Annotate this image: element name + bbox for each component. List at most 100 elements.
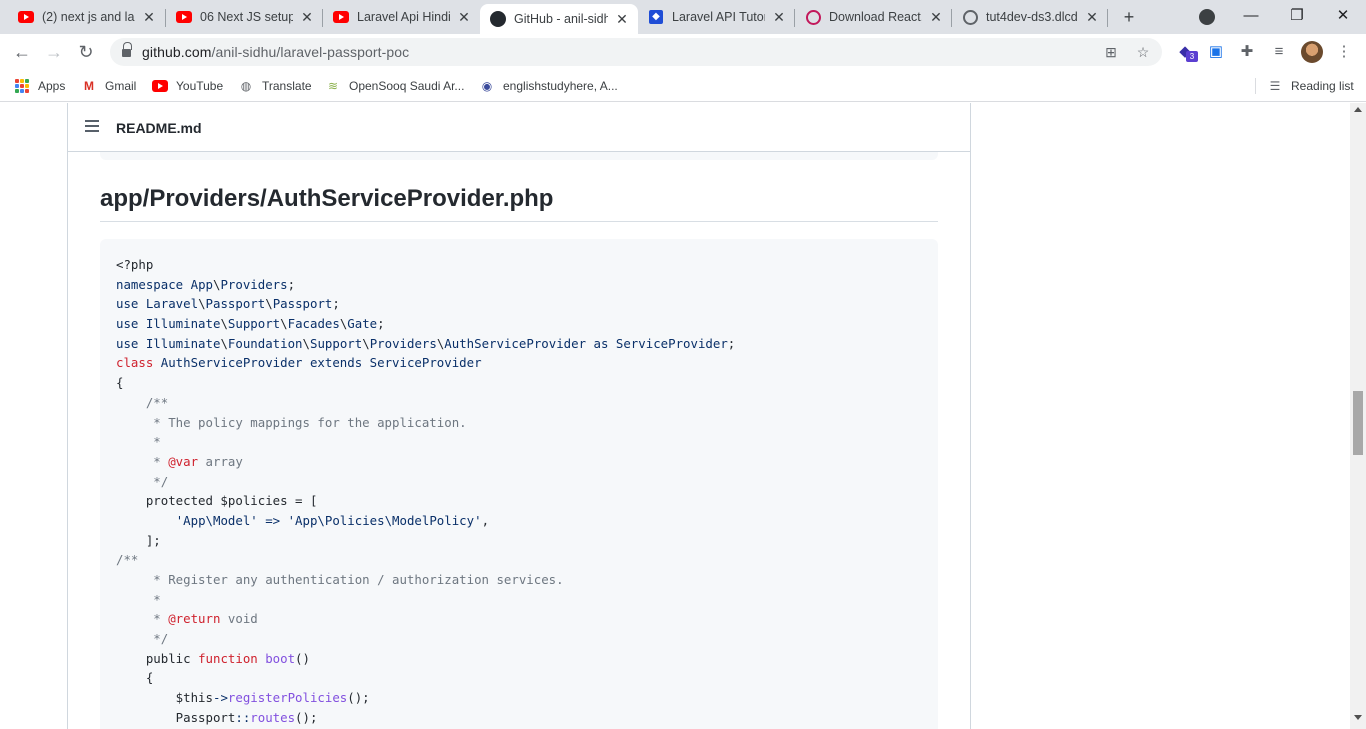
close-tab-icon[interactable]: ✕: [1084, 9, 1100, 25]
bookmarks-bar: Apps M Gmail YouTube ◍ Translate ≋ OpenS…: [0, 70, 1366, 102]
code-token: Passport: [272, 296, 333, 312]
back-button[interactable]: ←: [10, 40, 34, 64]
code-token: protected $policies = [: [116, 493, 318, 509]
code-token: ->: [212, 690, 228, 706]
code-token: \: [220, 316, 228, 332]
forward-button[interactable]: →: [42, 40, 66, 64]
bookmark-englishstudyhere[interactable]: ◉ englishstudyhere, A...: [479, 77, 618, 95]
close-window-button[interactable]: ✕: [1328, 4, 1358, 28]
address-bar[interactable]: github.com/anil-sidhu/laravel-passport-p…: [110, 38, 1162, 66]
code-token: *: [116, 434, 161, 450]
readme-container: README.md app/Providers/AuthServiceProvi…: [67, 103, 971, 729]
apps-icon: [14, 78, 30, 94]
tab-title: Laravel API Tutor: [672, 10, 765, 24]
bookmark-apps[interactable]: Apps: [14, 77, 65, 95]
code-token: ,: [481, 512, 490, 528]
code-line: namespace App\Providers;: [116, 275, 922, 295]
code-block: <?php namespace App\Providers; use Laravel…: [100, 239, 938, 729]
reload-button[interactable]: ↻: [74, 40, 98, 64]
bookmark-label: englishstudyhere, A...: [503, 79, 618, 93]
page-scrollbar[interactable]: [1350, 103, 1366, 729]
readme-file-name[interactable]: README.md: [116, 120, 202, 136]
tab-title: 06 Next JS setup: [200, 10, 293, 24]
bookmark-translate[interactable]: ◍ Translate: [238, 77, 312, 95]
reading-list-button[interactable]: ☰ Reading list: [1267, 77, 1354, 95]
scroll-up-arrow-icon[interactable]: [1354, 107, 1362, 112]
globe-icon: [962, 9, 978, 25]
section-heading: app/Providers/AuthServiceProvider.php: [100, 185, 938, 222]
code-token: use: [116, 316, 146, 332]
tab-search-icon[interactable]: [1199, 9, 1215, 25]
bookmark-gmail[interactable]: M Gmail: [81, 77, 136, 95]
scroll-down-arrow-icon[interactable]: [1354, 715, 1362, 720]
code-token: \: [198, 296, 206, 312]
close-tab-icon[interactable]: ✕: [456, 9, 472, 25]
bookmarks-divider: [1255, 78, 1256, 94]
code-token: Providers: [220, 276, 288, 292]
code-line: use Illuminate\Support\Facades\Gate;: [116, 314, 922, 334]
tab-divider: [1107, 9, 1108, 27]
code-token: (): [295, 650, 310, 666]
bookmark-youtube[interactable]: YouTube: [152, 77, 223, 95]
opensooq-icon: ≋: [327, 79, 339, 93]
code-token: ;: [377, 316, 385, 332]
code-token: Support: [310, 335, 363, 351]
code-token: ServiceProvider: [369, 355, 482, 371]
new-tab-button[interactable]: +: [1118, 6, 1140, 28]
tab-1[interactable]: 06 Next JS setup ✕: [158, 0, 323, 34]
tab-5[interactable]: Download React, ✕: [787, 0, 952, 34]
code-token: */: [116, 473, 169, 489]
bookmark-label: OpenSooq Saudi Ar...: [349, 79, 465, 93]
tab-4[interactable]: ◆ Laravel API Tutor ✕: [630, 0, 795, 34]
bookmark-label: Gmail: [105, 79, 137, 93]
reading-list-icon: ☰: [1269, 79, 1281, 93]
tab-6[interactable]: tut4dev-ds3.dlcd ✕: [944, 0, 1108, 34]
minimize-button[interactable]: —: [1236, 4, 1266, 28]
close-tab-icon[interactable]: ✕: [614, 11, 630, 27]
scrollbar-thumb[interactable]: [1353, 391, 1363, 455]
tab-3-active[interactable]: GitHub - anil-sidh ✕: [480, 4, 638, 34]
page-viewport: README.md app/Providers/AuthServiceProvi…: [0, 103, 1350, 729]
url-text[interactable]: github.com/anil-sidhu/laravel-passport-p…: [142, 44, 409, 60]
puzzle-extensions-icon[interactable]: ✚: [1237, 42, 1257, 62]
youtube-icon: [152, 78, 168, 94]
tab-title: tut4dev-ds3.dlcd: [986, 10, 1078, 24]
code-line: 'App\Model' => 'App\Policies\ModelPolicy…: [116, 511, 922, 531]
code-token: ();: [295, 709, 318, 725]
code-token: as: [586, 335, 616, 351]
media-controls-icon[interactable]: ≡: [1269, 42, 1289, 62]
table-of-contents-icon[interactable]: [85, 120, 99, 132]
restore-button[interactable]: ❐: [1282, 4, 1312, 28]
close-tab-icon[interactable]: ✕: [299, 9, 315, 25]
install-app-icon[interactable]: ⊞: [1102, 43, 1120, 61]
lock-icon[interactable]: [122, 42, 132, 57]
code-token: /**: [116, 394, 169, 410]
code-line: class AuthServiceProvider extends Servic…: [116, 353, 922, 373]
readme-header: README.md: [68, 103, 970, 152]
close-tab-icon[interactable]: ✕: [928, 9, 944, 25]
code-token: App: [190, 276, 213, 292]
blue-site-icon: ◆: [648, 9, 664, 25]
tab-0[interactable]: (2) next js and lar ✕: [0, 0, 165, 34]
code-token: ServiceProvider: [615, 335, 728, 351]
code-token: *: [116, 453, 169, 469]
code-line: {: [116, 373, 922, 393]
tab-2[interactable]: Laravel Api Hindi ✕: [315, 0, 480, 34]
bookmark-opensooq[interactable]: ≋ OpenSooq Saudi Ar...: [325, 77, 464, 95]
code-line: {: [116, 668, 922, 688]
code-token: \: [362, 335, 370, 351]
code-token: public: [116, 650, 199, 666]
profile-avatar[interactable]: [1301, 41, 1323, 63]
code-token: =>: [257, 512, 288, 528]
close-tab-icon[interactable]: ✕: [141, 9, 157, 25]
code-token: array: [198, 453, 243, 469]
close-tab-icon[interactable]: ✕: [771, 9, 787, 25]
tab-strip: (2) next js and lar ✕ 06 Next JS setup ✕…: [0, 0, 1366, 34]
code-line: /**: [116, 550, 922, 570]
code-line: * The policy mappings for the applicatio…: [116, 413, 922, 433]
translate-extension-icon[interactable]: ▣: [1206, 42, 1226, 62]
menu-kebab-icon[interactable]: ⋮: [1334, 42, 1354, 62]
code-token: Laravel: [145, 296, 199, 312]
bookmark-star-icon[interactable]: ☆: [1134, 43, 1152, 61]
